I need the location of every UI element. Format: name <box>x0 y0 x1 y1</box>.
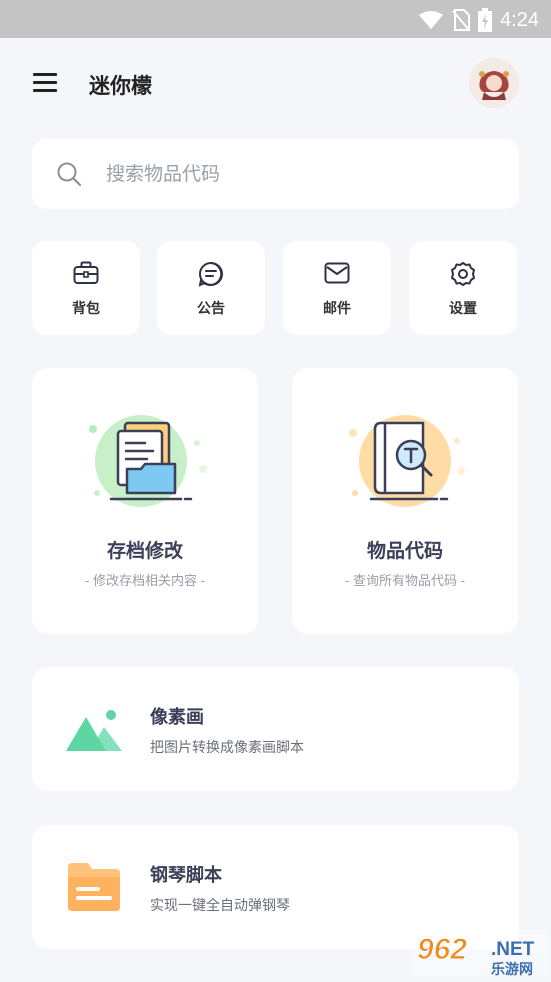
search-icon <box>57 162 82 187</box>
app-title: 迷你檬 <box>89 75 152 98</box>
feature-card-subtitle: - 查询所有物品代码 - <box>345 573 465 588</box>
quick-action-mail[interactable]: 邮件 <box>283 241 391 335</box>
watermark: 962 .NET 乐游网 <box>413 929 547 982</box>
watermark-logo: 962 .NET 乐游网 <box>413 929 547 978</box>
folder-icon <box>68 863 120 911</box>
gear-icon <box>451 262 475 286</box>
feature-card-title: 物品代码 <box>366 541 443 562</box>
folder-document-icon <box>89 415 207 507</box>
avatar-image <box>469 58 519 108</box>
menu-icon-bar <box>33 89 57 92</box>
backpack-icon <box>73 261 99 284</box>
status-bar: 4:24 <box>0 0 551 38</box>
watermark-suffix: .NET <box>491 939 535 960</box>
tool-subtitle: 把图片转换成像素画脚本 <box>150 739 304 755</box>
quick-action-label: 公告 <box>197 300 225 316</box>
tool-pixel-art[interactable]: 像素画 把图片转换成像素画脚本 <box>32 667 519 791</box>
no-sim-icon <box>452 9 471 31</box>
quick-action-settings[interactable]: 设置 <box>409 241 517 335</box>
menu-icon-bar <box>33 81 57 84</box>
book-search-icon <box>349 415 465 507</box>
tool-title: 像素画 <box>150 707 204 727</box>
wifi-icon <box>419 11 444 29</box>
mail-icon <box>324 262 350 284</box>
feature-card-save-edit[interactable]: 存档修改 - 修改存档相关内容 - <box>32 368 258 634</box>
search-input[interactable] <box>104 159 488 191</box>
feature-card-title: 存档修改 <box>106 541 183 562</box>
watermark-brand: 962 <box>417 933 467 966</box>
quick-action-announcement[interactable]: 公告 <box>157 241 265 335</box>
quick-action-label: 背包 <box>72 300 100 316</box>
avatar[interactable] <box>469 58 519 108</box>
quick-action-label: 邮件 <box>323 300 351 316</box>
announcement-icon <box>198 262 223 287</box>
tool-subtitle: 实现一键全自动弹钢琴 <box>150 897 290 913</box>
quick-action-label: 设置 <box>449 300 477 316</box>
app-bar: 迷你檬 <box>0 38 551 130</box>
watermark-caption: 乐游网 <box>491 961 533 977</box>
status-time: 4:24 <box>500 8 539 31</box>
menu-icon-bar <box>33 73 57 76</box>
search-bar[interactable] <box>32 139 519 209</box>
quick-action-backpack[interactable]: 背包 <box>32 241 140 335</box>
feature-card-subtitle: - 修改存档相关内容 - <box>85 573 205 588</box>
tool-title: 钢琴脚本 <box>150 865 222 885</box>
menu-button[interactable] <box>33 73 57 93</box>
battery-charging-icon <box>478 8 493 32</box>
mountain-image-icon <box>66 710 122 751</box>
feature-card-item-codes[interactable]: 物品代码 - 查询所有物品代码 - <box>292 368 518 634</box>
